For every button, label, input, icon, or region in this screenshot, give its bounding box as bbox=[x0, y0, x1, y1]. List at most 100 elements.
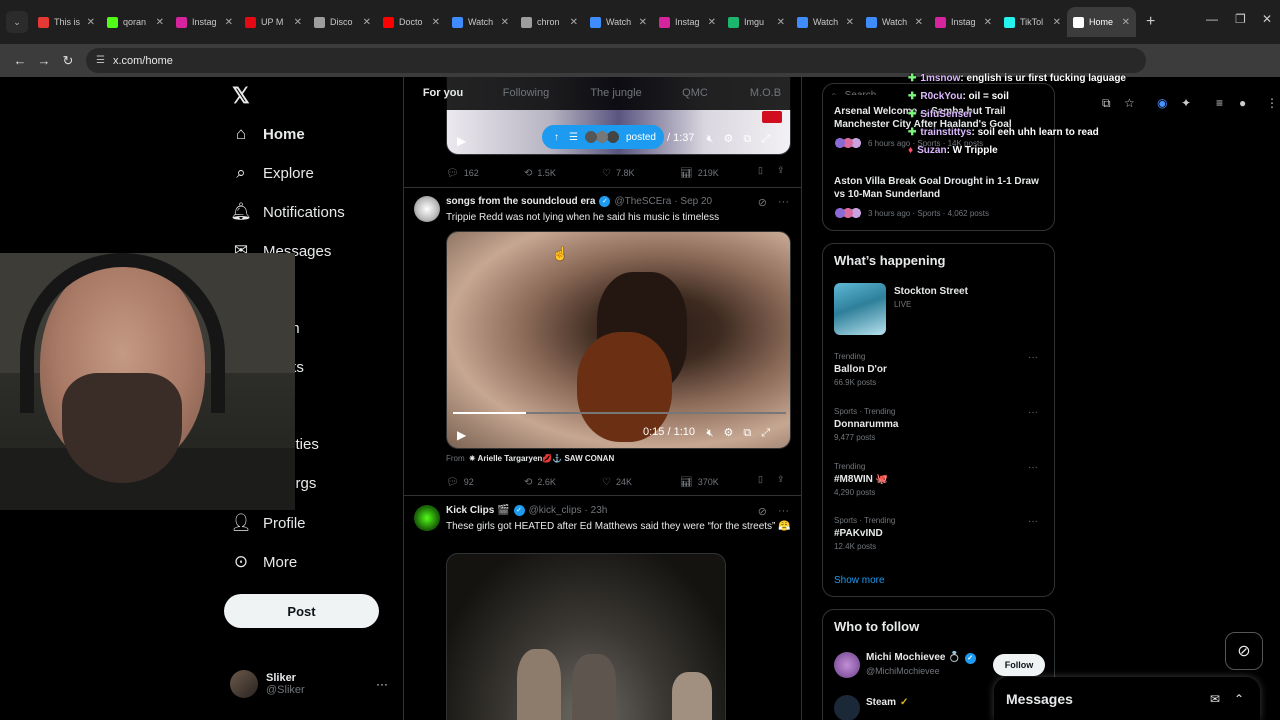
repost-button[interactable]: ⟲ 1.5K bbox=[524, 165, 602, 181]
tab-close-icon[interactable]: ✕ bbox=[156, 17, 164, 28]
tweet-author-handle[interactable]: @kick_clips bbox=[529, 505, 582, 516]
tab-close-icon[interactable]: ✕ bbox=[708, 17, 716, 28]
like-button[interactable]: ♡ 7.8K bbox=[602, 165, 680, 181]
address-bar[interactable]: ☰ x.com/home bbox=[86, 48, 1146, 73]
tab-close-icon[interactable]: ✕ bbox=[846, 17, 854, 28]
extensions-puzzle-icon[interactable]: ✦ bbox=[1181, 96, 1191, 110]
grok-button[interactable]: ⊘ bbox=[1225, 632, 1263, 670]
tweet-date[interactable]: · Sep 20 bbox=[674, 196, 712, 207]
new-posts-pill[interactable]: ↑ ☰ posted bbox=[542, 125, 664, 149]
attribution-user[interactable]: ✷ Arielle Targaryen💋⚓ SAW CONAN bbox=[469, 454, 614, 463]
bookmark-icon[interactable]: ▯ bbox=[758, 165, 763, 181]
suggestion-name[interactable]: Michi Mochievee 💍 ✓ bbox=[866, 652, 980, 664]
avatar[interactable] bbox=[414, 505, 440, 531]
browser-tab[interactable]: Instag ✕ bbox=[929, 7, 998, 37]
share-icon[interactable]: ⇪ bbox=[777, 165, 785, 181]
nav-item-more[interactable]: ⊙ More bbox=[224, 547, 297, 577]
restore-icon[interactable]: ❐ bbox=[1235, 12, 1246, 26]
bookmark-icon[interactable]: ▯ bbox=[758, 474, 763, 490]
messages-drawer[interactable]: Messages ✉ ⌃ bbox=[994, 677, 1260, 720]
reply-button[interactable]: 💬︎ 92 bbox=[446, 474, 524, 490]
browser-tab[interactable]: qoran ✕ bbox=[101, 7, 170, 37]
browser-tab[interactable]: Watch ✕ bbox=[584, 7, 653, 37]
like-button[interactable]: ♡ 24K bbox=[602, 474, 680, 490]
tab-search-icon[interactable]: ⌄ bbox=[6, 11, 28, 33]
browser-tab[interactable]: TikTol ✕ bbox=[998, 7, 1067, 37]
browser-tab[interactable]: Imgu ✕ bbox=[722, 7, 791, 37]
x-logo-icon[interactable]: 𝕏 bbox=[232, 83, 250, 109]
video-controls-icon[interactable]: 🔇︎⚙⧉⤢ bbox=[707, 132, 780, 146]
tab-the-jungle[interactable]: The jungle bbox=[570, 77, 662, 110]
repost-button[interactable]: ⟲ 2.6K bbox=[524, 474, 602, 490]
video-progress[interactable] bbox=[453, 412, 786, 414]
trend-more-icon[interactable]: ··· bbox=[1028, 352, 1038, 363]
browser-tab[interactable]: chron ✕ bbox=[515, 7, 584, 37]
forward-arrow-icon[interactable]: → bbox=[32, 53, 56, 68]
trend-item[interactable]: Sports · Trending #PAKvIND 12.4K posts ··· bbox=[834, 516, 1044, 551]
tab-close-icon[interactable]: ✕ bbox=[225, 17, 233, 28]
post-button[interactable]: Post bbox=[224, 594, 379, 628]
nav-item-home[interactable]: ⌂ Home bbox=[224, 119, 305, 149]
live-title[interactable]: Stockton Street bbox=[894, 286, 968, 297]
nav-item-notifications[interactable]: 🔔︎ Notifications bbox=[224, 197, 345, 227]
tweet-more-icon[interactable]: ··· bbox=[778, 196, 789, 208]
browser-tab[interactable]: UP M ✕ bbox=[239, 7, 308, 37]
follow-button[interactable]: Follow bbox=[993, 654, 1045, 676]
trend-item[interactable]: Sports · Trending Donnarumma 9,477 posts ··… bbox=[834, 407, 1044, 442]
tab-close-icon[interactable]: ✕ bbox=[501, 17, 509, 28]
suggestion-name[interactable]: Steam ✓ bbox=[866, 697, 908, 708]
tweet-more-icon[interactable]: ··· bbox=[778, 505, 789, 517]
tab-close-icon[interactable]: ✕ bbox=[777, 17, 785, 28]
trend-more-icon[interactable]: ··· bbox=[1028, 516, 1038, 527]
reload-icon[interactable]: ↻ bbox=[56, 53, 80, 69]
new-tab-icon[interactable]: + bbox=[1146, 13, 1155, 31]
tab-close-icon[interactable]: ✕ bbox=[984, 17, 992, 28]
browser-tab[interactable]: Watch ✕ bbox=[860, 7, 929, 37]
browser-tab[interactable]: Watch ✕ bbox=[446, 7, 515, 37]
tab-following[interactable]: Following bbox=[482, 77, 570, 110]
window-close-icon[interactable]: ✕ bbox=[1262, 12, 1272, 26]
tab-close-icon[interactable]: ✕ bbox=[363, 17, 371, 28]
reply-button[interactable]: 💬︎ 162 bbox=[446, 165, 524, 181]
trend-item[interactable]: Trending Ballon D'or 66.9K posts ··· bbox=[834, 352, 1044, 387]
share-icon[interactable]: ⇪ bbox=[777, 474, 785, 490]
tab-close-icon[interactable]: ✕ bbox=[294, 17, 302, 28]
new-message-icon[interactable]: ✉ bbox=[1210, 692, 1220, 706]
expand-drawer-icon[interactable]: ⌃ bbox=[1234, 692, 1244, 706]
bookmark-star-icon[interactable]: ☆ bbox=[1124, 96, 1135, 110]
views-button[interactable]: 📊︎ 370K bbox=[680, 474, 758, 490]
news-item-title[interactable]: Aston Villa Break Goal Drought in 1-1 Dr… bbox=[834, 175, 1049, 201]
nav-item-explore[interactable]: ⌕ Explore bbox=[224, 158, 314, 188]
grok-icon[interactable]: ⊘ bbox=[758, 505, 767, 518]
profile-avatar-icon[interactable]: ● bbox=[1239, 96, 1246, 110]
grok-icon[interactable]: ⊘ bbox=[758, 196, 767, 209]
tab-close-icon[interactable]: ✕ bbox=[639, 17, 647, 28]
extension-icon[interactable]: ◉ bbox=[1157, 96, 1167, 110]
browser-tab[interactable]: Watch ✕ bbox=[791, 7, 860, 37]
play-icon[interactable]: ▶ bbox=[457, 134, 466, 148]
tweet-video[interactable]: ▶ 0:15 / 1:10 🔇︎⚙⧉⤢ bbox=[446, 231, 791, 449]
trend-more-icon[interactable]: ··· bbox=[1028, 407, 1038, 418]
tab-close-icon[interactable]: ✕ bbox=[432, 17, 440, 28]
minimize-icon[interactable]: — bbox=[1206, 12, 1218, 26]
browser-tab[interactable]: Disco ✕ bbox=[308, 7, 377, 37]
tab-close-icon[interactable]: ✕ bbox=[1122, 17, 1130, 28]
tab-close-icon[interactable]: ✕ bbox=[87, 17, 95, 28]
show-more-link[interactable]: Show more bbox=[834, 575, 885, 586]
tab-qmc[interactable]: QMC bbox=[662, 77, 728, 110]
browser-tab-active[interactable]: Home ✕ bbox=[1067, 7, 1136, 37]
play-icon[interactable]: ▶ bbox=[457, 428, 466, 442]
tab-close-icon[interactable]: ✕ bbox=[570, 17, 578, 28]
tweet-author-name[interactable]: Kick Clips 🎬 bbox=[446, 505, 510, 516]
install-app-icon[interactable]: ⧉ bbox=[1102, 96, 1111, 111]
tweet-date[interactable]: · 23h bbox=[585, 505, 608, 516]
avatar[interactable] bbox=[834, 652, 860, 678]
browser-tab[interactable]: Instag ✕ bbox=[653, 7, 722, 37]
account-more-icon[interactable]: ··· bbox=[376, 677, 388, 691]
tab-mob[interactable]: M.O.B bbox=[728, 77, 801, 110]
views-button[interactable]: 📊︎ 219K bbox=[680, 165, 758, 181]
tab-close-icon[interactable]: ✕ bbox=[1053, 17, 1061, 28]
avatar[interactable] bbox=[834, 695, 860, 720]
back-arrow-icon[interactable]: ← bbox=[8, 53, 32, 68]
browser-tab[interactable]: This is ✕ bbox=[32, 7, 101, 37]
